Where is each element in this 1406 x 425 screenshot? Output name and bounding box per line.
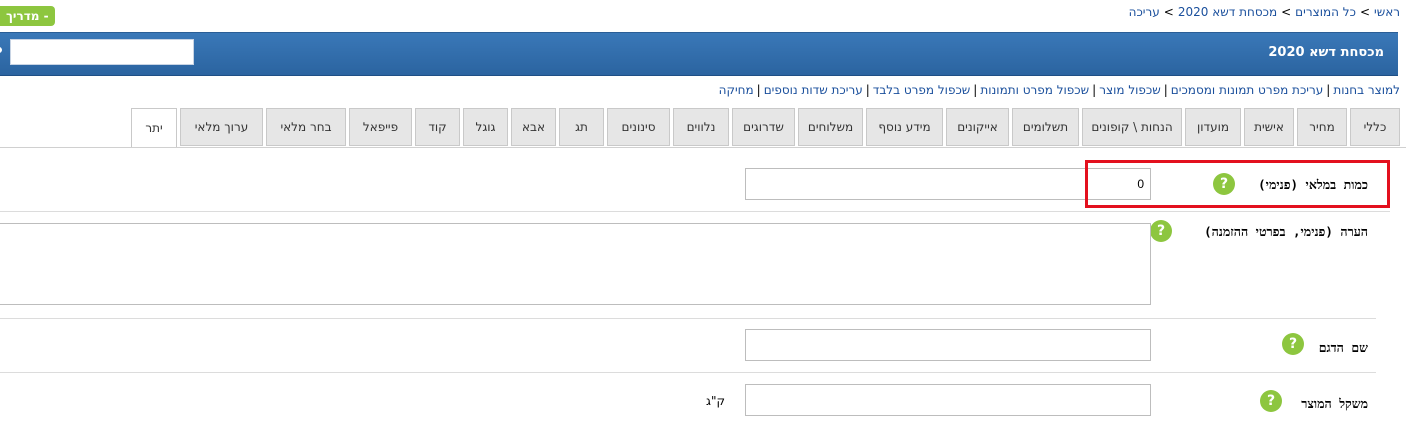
link-divider: | xyxy=(973,83,978,97)
note-help-icon[interactable]: ? xyxy=(1150,220,1172,242)
tab-personal[interactable]: אישית xyxy=(1244,108,1294,146)
tab-code[interactable]: קוד xyxy=(415,108,460,146)
model-name-help-icon[interactable]: ? xyxy=(1282,333,1304,355)
breadcrumb-separator: > xyxy=(1281,5,1292,19)
tab-icons[interactable]: אייקונים xyxy=(946,108,1009,146)
guide-button[interactable]: מדריך - xyxy=(0,6,55,26)
tab-bar: כללי מחיר אישית מועדון הנחות \ קופונים ת… xyxy=(131,108,1400,148)
tab-tag[interactable]: תג xyxy=(559,108,604,146)
weight-help-icon[interactable]: ? xyxy=(1260,390,1282,412)
link-edit-extra-fields[interactable]: עריכת שדות נוספים xyxy=(764,83,863,97)
breadcrumb-separator: > xyxy=(1359,5,1371,19)
model-name-label: שם הדגם xyxy=(1318,340,1368,355)
breadcrumb: ראשי>כל המוצרים>מכסחת דשא 2020>עריכה xyxy=(1129,5,1400,19)
link-view-in-store[interactable]: למוצר בחנות xyxy=(1333,83,1400,97)
breadcrumb-product[interactable]: מכסחת דשא 2020 xyxy=(1178,5,1277,19)
note-label: הערה (פנימי, בפרטי ההזמנה) xyxy=(1204,224,1368,239)
link-divider: | xyxy=(1163,83,1168,97)
stock-qty-highlight-box xyxy=(1085,160,1390,208)
link-duplicate-product[interactable]: שכפול מוצר xyxy=(1099,83,1161,97)
product-header-bar: מכסחת דשא 2020 xyxy=(0,32,1398,76)
tab-google[interactable]: גוגל xyxy=(463,108,508,146)
link-divider: | xyxy=(756,83,761,97)
link-duplicate-spec-only[interactable]: שכפול מפרט בלבד xyxy=(873,83,971,97)
tab-general[interactable]: כללי xyxy=(1350,108,1400,146)
search-handle-icon xyxy=(0,47,2,53)
tab-discounts-coupons[interactable]: הנחות \ קופונים xyxy=(1082,108,1182,146)
breadcrumb-edit[interactable]: עריכה xyxy=(1129,5,1160,19)
breadcrumb-separator: > xyxy=(1163,5,1174,19)
tabs-baseline xyxy=(0,147,1406,148)
product-title: מכסחת דשא 2020 xyxy=(1268,45,1384,60)
tab-select-stock[interactable]: בחר מלאי xyxy=(266,108,346,146)
product-action-links: למוצר בחנות|עריכת מפרט תמונות ומסמכים|שכ… xyxy=(719,83,1400,97)
breadcrumb-home[interactable]: ראשי xyxy=(1374,5,1400,19)
tab-upgrades[interactable]: שדרוגים xyxy=(732,108,795,146)
tab-payments[interactable]: תשלומים xyxy=(1012,108,1079,146)
model-name-input[interactable] xyxy=(745,329,1151,361)
tab-edit-stock[interactable]: ערוך מלאי xyxy=(180,108,263,146)
row-divider xyxy=(0,211,1390,212)
weight-unit-label: ק"ג xyxy=(706,394,725,408)
link-duplicate-spec-images[interactable]: שכפול מפרט ותמונות xyxy=(980,83,1089,97)
link-delete[interactable]: מחיקה xyxy=(719,83,754,97)
weight-label: משקל המוצר xyxy=(1301,396,1368,411)
tab-paypal[interactable]: פייפאל xyxy=(349,108,412,146)
note-textarea[interactable] xyxy=(0,223,1151,305)
tab-accessories[interactable]: נלווים xyxy=(673,108,729,146)
header-search-input[interactable] xyxy=(10,39,194,65)
tab-parent[interactable]: אבא xyxy=(511,108,556,146)
tab-filters[interactable]: סינונים xyxy=(607,108,670,146)
tab-shipping[interactable]: משלוחים xyxy=(798,108,863,146)
link-edit-spec-images-docs[interactable]: עריכת מפרט תמונות ומסמכים xyxy=(1171,83,1323,97)
tab-club[interactable]: מועדון xyxy=(1185,108,1241,146)
tab-price[interactable]: מחיר xyxy=(1297,108,1347,146)
row-divider xyxy=(0,318,1376,319)
breadcrumb-all-products[interactable]: כל המוצרים xyxy=(1295,5,1356,19)
link-divider: | xyxy=(865,83,870,97)
tab-more[interactable]: יתר xyxy=(131,108,177,148)
tab-more-info[interactable]: מידע נוסף xyxy=(866,108,943,146)
weight-input[interactable] xyxy=(745,384,1151,416)
link-divider: | xyxy=(1326,83,1331,97)
link-divider: | xyxy=(1092,83,1097,97)
row-divider xyxy=(0,372,1376,373)
